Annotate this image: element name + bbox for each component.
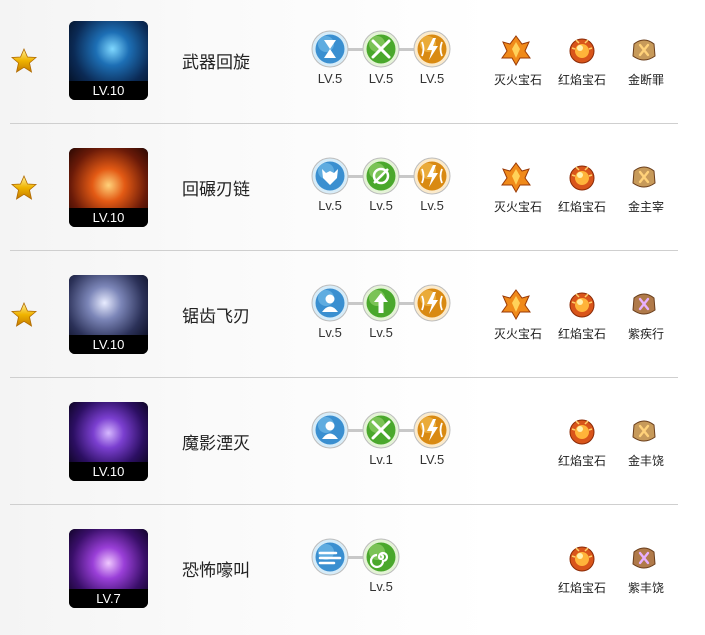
lightning-rune-icon[interactable]: [413, 157, 451, 195]
rune-level: Lv.5: [420, 198, 444, 213]
skill-name: 回碾刃链: [182, 180, 250, 200]
whirl-rune-icon[interactable]: [362, 157, 400, 195]
gem-label: 金断罪: [627, 73, 664, 87]
rune-level: Lv.1: [369, 452, 393, 467]
skill-level: LV.10: [69, 335, 148, 354]
star-icon: [10, 301, 38, 329]
figure-rune-icon[interactable]: [311, 284, 349, 322]
gem-label: 紫丰饶: [627, 581, 664, 595]
skill-art: [69, 21, 148, 83]
gem-label: 灭火宝石: [493, 73, 542, 87]
skill-art: [69, 275, 148, 337]
figure-rune-icon[interactable]: [311, 411, 349, 449]
red-flame-gem-icon[interactable]: [566, 415, 598, 447]
skill-level: LV.7: [69, 589, 148, 608]
spiral-rune-icon[interactable]: [362, 538, 400, 576]
gem-label: 金主宰: [627, 200, 664, 214]
weapon-spin-icon[interactable]: LV.10: [69, 21, 148, 100]
rune-level: Lv.5: [318, 325, 342, 340]
skill-art: [69, 148, 148, 210]
gem-label: 红焰宝石: [557, 327, 606, 341]
gem-label: 红焰宝石: [557, 581, 606, 595]
crossed-swords-rune-icon[interactable]: [362, 411, 400, 449]
fire-gem-icon[interactable]: [500, 34, 532, 66]
gem-label: 灭火宝石: [493, 327, 542, 341]
red-flame-gem-icon[interactable]: [566, 34, 598, 66]
gold-rune-gem-icon[interactable]: [628, 161, 660, 193]
skill-name: 魔影湮灭: [182, 434, 250, 454]
rune-level: Lv.5: [369, 325, 393, 340]
skill-name: 武器回旋: [182, 53, 250, 73]
skill-level: LV.10: [69, 208, 148, 227]
red-flame-gem-icon[interactable]: [566, 288, 598, 320]
rune-level: Lv.5: [369, 579, 393, 594]
row-divider: [10, 250, 678, 251]
rune-level: Lv.5: [318, 198, 342, 213]
arrow-up-rune-icon[interactable]: [362, 284, 400, 322]
shadow-annihilate-icon[interactable]: LV.10: [69, 402, 148, 481]
skill-row: LV.10 回碾刃链 Lv.5 Lv.5 Lv.5 灭火宝石 红焰宝石 金主宰: [0, 127, 705, 254]
skill-row: LV.10 锯齿飞刃 Lv.5 Lv.5 灭火宝石 红焰宝石 紫疾行: [0, 254, 705, 381]
gold-rune-gem-icon[interactable]: [628, 415, 660, 447]
purple-rune-gem-icon[interactable]: [628, 542, 660, 574]
red-flame-gem-icon[interactable]: [566, 542, 598, 574]
rune-level: LV.5: [317, 71, 343, 86]
rune-level: Lv.5: [369, 198, 393, 213]
rune-level: LV.5: [368, 71, 394, 86]
row-divider: [10, 377, 678, 378]
wind-rune-icon[interactable]: [311, 538, 349, 576]
terror-howl-icon[interactable]: LV.7: [69, 529, 148, 608]
row-divider: [10, 123, 678, 124]
gem-label: 红焰宝石: [557, 200, 606, 214]
rune-level: LV.5: [419, 71, 445, 86]
gem-label: 红焰宝石: [557, 454, 606, 468]
fire-gem-icon[interactable]: [500, 161, 532, 193]
skill-art: [69, 402, 148, 464]
skill-name: 锯齿飞刃: [182, 307, 250, 327]
gem-label: 紫疾行: [627, 327, 664, 341]
gem-label: 红焰宝石: [557, 73, 606, 87]
hourglass-rune-icon[interactable]: [311, 30, 349, 68]
rune-level: LV.5: [419, 452, 445, 467]
star-icon: [10, 174, 38, 202]
wolf-rune-icon[interactable]: [311, 157, 349, 195]
row-divider: [10, 504, 678, 505]
purple-rune-gem-icon[interactable]: [628, 288, 660, 320]
red-flame-gem-icon[interactable]: [566, 161, 598, 193]
gem-label: 灭火宝石: [493, 200, 542, 214]
skill-row: LV.7 恐怖嚎叫 Lv.5 红焰宝石 紫丰饶: [0, 508, 705, 635]
skill-level: LV.10: [69, 462, 148, 481]
lightning-rune-icon[interactable]: [413, 411, 451, 449]
fire-gem-icon[interactable]: [500, 288, 532, 320]
blade-chain-icon[interactable]: LV.10: [69, 148, 148, 227]
skill-row: LV.10 武器回旋 LV.5 LV.5 LV.5 灭火宝石 红焰宝石 金断罪: [0, 0, 705, 127]
serrated-blade-icon[interactable]: LV.10: [69, 275, 148, 354]
gem-label: 金丰饶: [627, 454, 664, 468]
skill-row: LV.10 魔影湮灭 Lv.1 LV.5 红焰宝石 金丰饶: [0, 381, 705, 508]
skill-name: 恐怖嚎叫: [182, 561, 250, 581]
skill-level: LV.10: [69, 81, 148, 100]
star-icon: [10, 47, 38, 75]
lightning-rune-icon[interactable]: [413, 284, 451, 322]
skill-art: [69, 529, 148, 591]
lightning-rune-icon[interactable]: [413, 30, 451, 68]
gold-rune-gem-icon[interactable]: [628, 34, 660, 66]
crossed-swords-rune-icon[interactable]: [362, 30, 400, 68]
